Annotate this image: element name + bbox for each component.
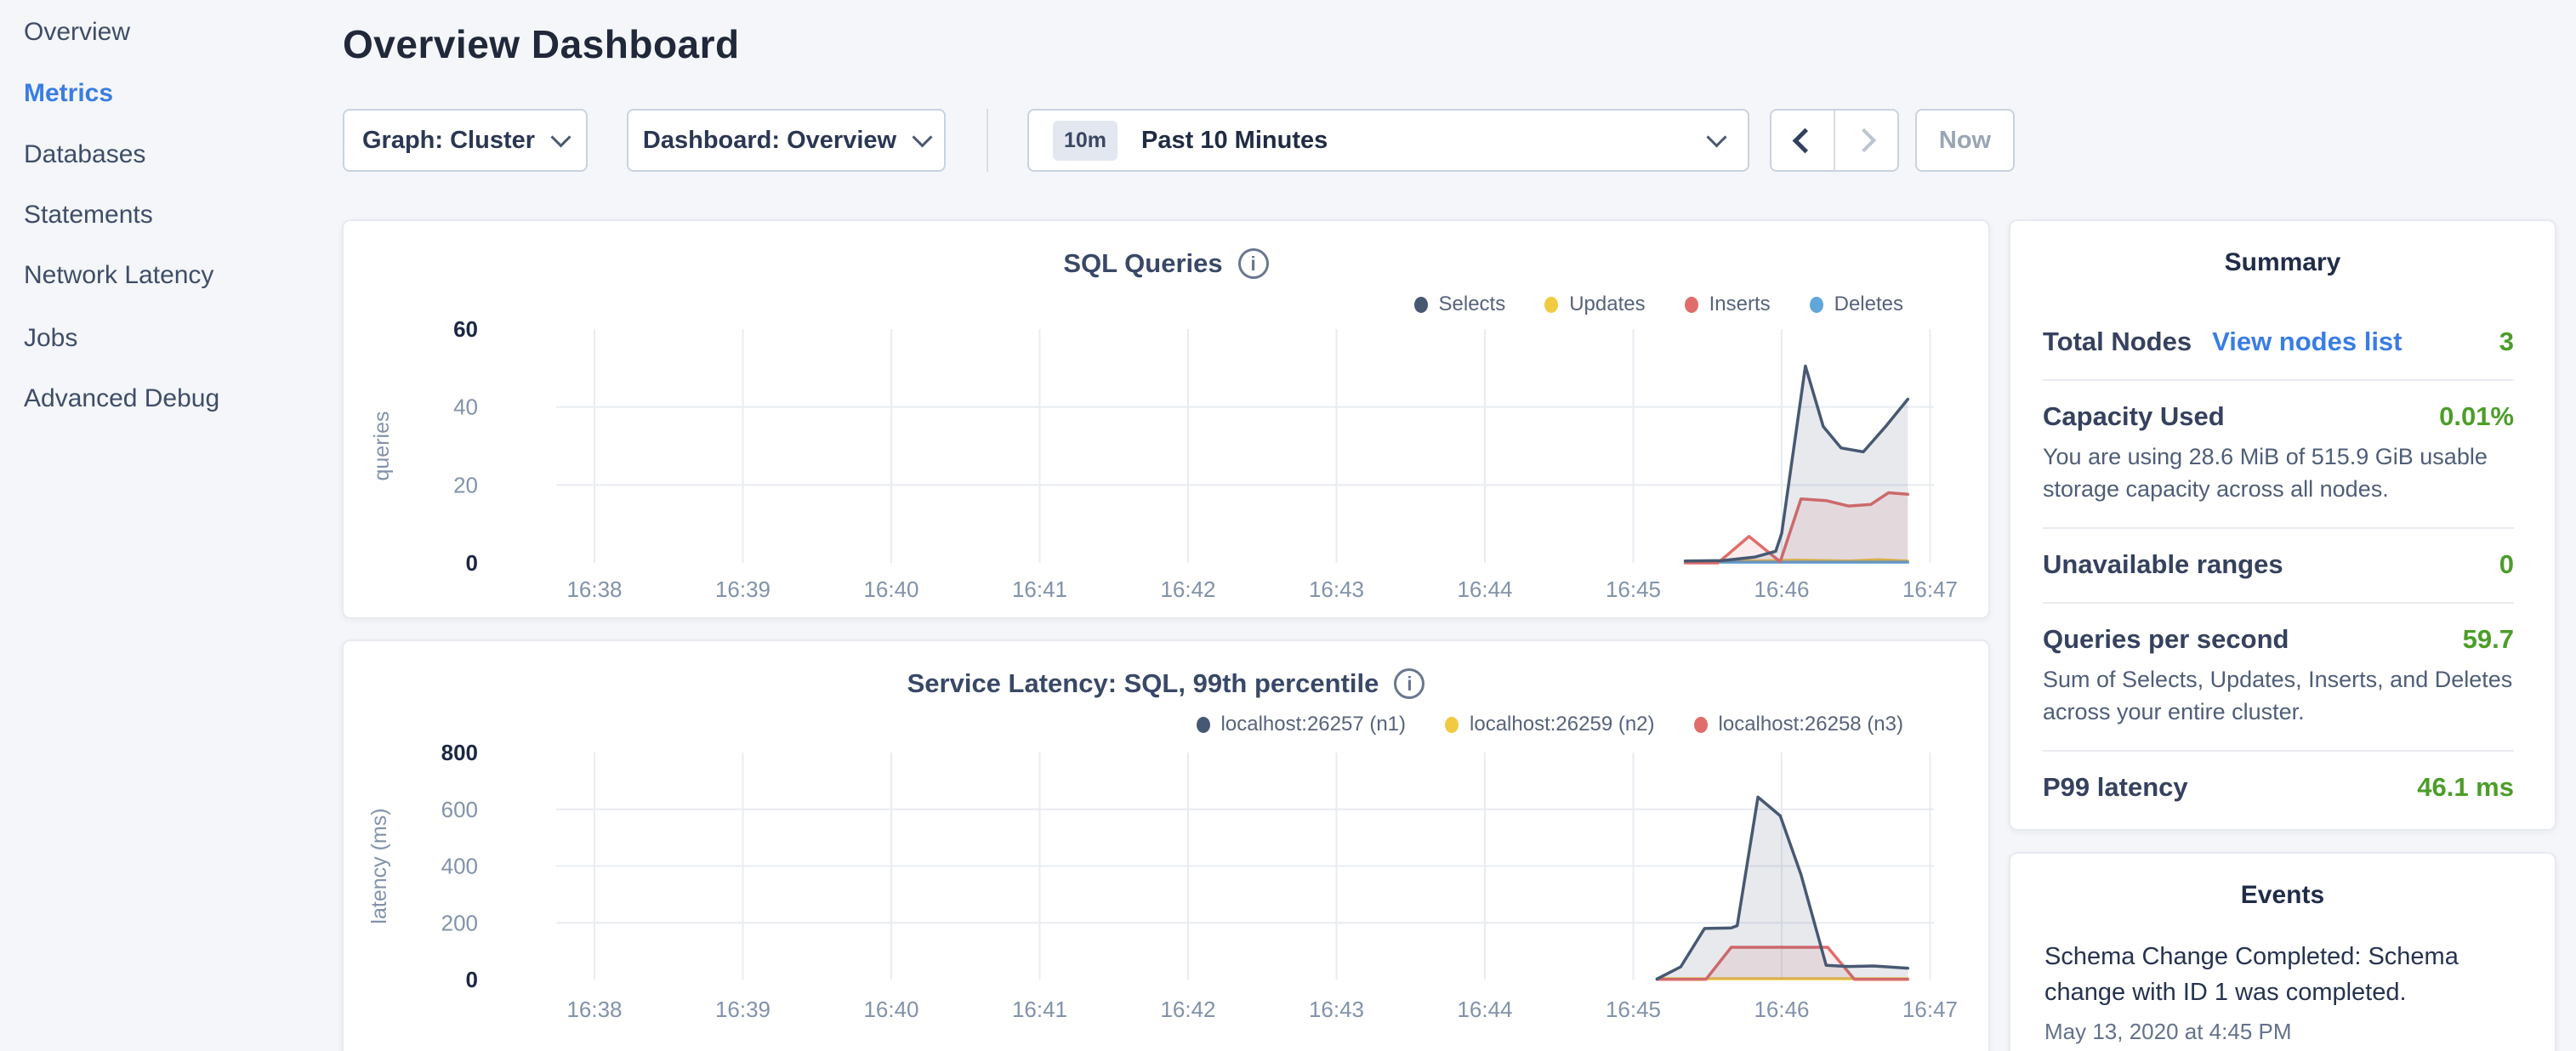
event-message: Schema Change Completed: Schema change w… <box>2044 939 2517 1010</box>
dashboard-dropdown-label: Dashboard: Overview <box>643 127 896 155</box>
step-forward-button[interactable] <box>1835 111 1897 170</box>
chevron-left-icon <box>1793 128 1818 153</box>
svg-text:16:39: 16:39 <box>715 577 771 602</box>
sidebar: Overview Metrics Databases Statements Networ… <box>0 0 340 1051</box>
summary-row-p99-latency: P99 latency 46.1 ms <box>2043 752 2514 825</box>
chevron-right-icon <box>1851 128 1875 152</box>
time-range-dropdown[interactable]: 10m Past 10 Minutes <box>1027 109 1749 172</box>
svg-text:16:40: 16:40 <box>863 577 918 602</box>
now-button[interactable]: Now <box>1915 109 2015 172</box>
svg-text:16:41: 16:41 <box>1012 997 1067 1022</box>
svg-text:16:44: 16:44 <box>1457 577 1512 602</box>
summary-row-label: Unavailable ranges <box>2043 549 2283 579</box>
summary-row-unavailable-ranges: Unavailable ranges 0 <box>2043 529 2514 604</box>
graph-dropdown-label: Graph: Cluster <box>362 127 535 155</box>
summary-row-label: Capacity Used <box>2043 401 2225 431</box>
controls-divider <box>987 109 988 172</box>
summary-row-subtext: Sum of Selects, Updates, Inserts, and De… <box>2043 663 2514 728</box>
svg-text:60: 60 <box>453 316 478 342</box>
svg-text:16:46: 16:46 <box>1754 997 1809 1022</box>
summary-row-queries-per-second: Queries per second 59.7 Sum of Selects, Up… <box>2043 604 2514 752</box>
svg-text:16:45: 16:45 <box>1606 577 1661 602</box>
summary-row-subtext: You are using 28.6 MiB of 515.9 GiB usab… <box>2043 440 2514 505</box>
svg-text:16:40: 16:40 <box>863 997 918 1022</box>
chevron-down-icon <box>550 127 571 147</box>
svg-text:queries: queries <box>370 412 394 481</box>
svg-text:16:44: 16:44 <box>1457 997 1512 1022</box>
summary-row-capacity-used: Capacity Used 0.01% You are using 28.6 MiB… <box>2043 381 2514 529</box>
events-panel: Events Schema Change Completed: Schema c… <box>2009 852 2556 1051</box>
svg-text:200: 200 <box>441 910 478 935</box>
svg-text:40: 40 <box>453 395 478 420</box>
svg-text:16:38: 16:38 <box>566 997 622 1022</box>
time-range-label: Past 10 Minutes <box>1141 127 1686 155</box>
sql-queries-chart-plot[interactable]: 16:38 16:39 16:40 16:41 16:42 16:43 16:44 16:45… <box>344 221 1988 617</box>
svg-text:16:47: 16:47 <box>1902 577 1958 602</box>
sql-queries-chart-card: SQL Queries i SelectsUpdatesInsertsDelet… <box>342 219 1990 619</box>
svg-text:800: 800 <box>441 740 478 765</box>
sidebar-item-network-latency[interactable]: Network Latency <box>24 258 213 293</box>
step-back-button[interactable] <box>1771 111 1835 170</box>
summary-row-value: 3 <box>2499 327 2514 357</box>
svg-text:16:45: 16:45 <box>1606 997 1661 1022</box>
graph-dropdown[interactable]: Graph: Cluster <box>343 109 588 172</box>
page-title: Overview Dashboard <box>343 21 740 67</box>
view-nodes-list-link[interactable]: View nodes list <box>2212 327 2402 356</box>
svg-text:16:42: 16:42 <box>1160 577 1215 602</box>
summary-panel: Summary Total Nodes View nodes list 3 Capac… <box>2009 219 2556 831</box>
svg-text:600: 600 <box>441 797 478 822</box>
svg-text:0: 0 <box>466 550 478 576</box>
svg-text:0: 0 <box>466 967 478 992</box>
event-item: Schema Change Completed: Schema change w… <box>2044 939 2517 1045</box>
svg-text:400: 400 <box>441 854 478 879</box>
svg-text:latency (ms): latency (ms) <box>367 808 391 923</box>
sidebar-item-advanced-debug[interactable]: Advanced Debug <box>24 382 219 416</box>
dashboard-dropdown[interactable]: Dashboard: Overview <box>627 109 946 172</box>
summary-title: Summary <box>2010 248 2555 277</box>
summary-row-label: P99 latency <box>2043 772 2188 802</box>
summary-row-label: Total Nodes <box>2043 327 2192 356</box>
svg-text:20: 20 <box>453 472 478 497</box>
svg-text:16:39: 16:39 <box>715 997 771 1022</box>
service-latency-chart-card: Service Latency: SQL, 99th percentile i … <box>342 639 1990 1051</box>
svg-text:16:42: 16:42 <box>1160 997 1215 1022</box>
svg-text:16:43: 16:43 <box>1309 997 1364 1022</box>
svg-text:16:47: 16:47 <box>1902 997 1958 1022</box>
svg-text:16:41: 16:41 <box>1012 577 1067 602</box>
time-range-badge: 10m <box>1053 121 1117 161</box>
summary-row-value: 0.01% <box>2439 401 2514 432</box>
sidebar-item-metrics[interactable]: Metrics <box>24 77 113 111</box>
service-latency-chart-plot[interactable]: 16:38 16:39 16:40 16:41 16:42 16:43 16:44 16:45… <box>344 641 1988 1051</box>
summary-row-value: 59.7 <box>2463 624 2514 655</box>
svg-text:16:43: 16:43 <box>1309 577 1364 602</box>
sidebar-item-overview[interactable]: Overview <box>24 15 130 49</box>
time-step-buttons <box>1770 109 1899 172</box>
summary-row-total-nodes: Total Nodes View nodes list 3 <box>2043 306 2514 381</box>
sidebar-item-databases[interactable]: Databases <box>24 138 145 172</box>
chevron-down-icon <box>913 127 933 147</box>
summary-row-value: 0 <box>2499 549 2514 580</box>
chevron-down-icon <box>1706 127 1726 147</box>
svg-text:16:38: 16:38 <box>566 577 622 602</box>
sidebar-item-statements[interactable]: Statements <box>24 198 153 232</box>
events-title: Events <box>2010 881 2555 910</box>
svg-text:16:46: 16:46 <box>1754 577 1809 602</box>
summary-row-value: 46.1 ms <box>2417 772 2514 803</box>
summary-row-label: Queries per second <box>2043 624 2289 654</box>
sidebar-item-jobs[interactable]: Jobs <box>24 321 77 355</box>
event-timestamp: May 13, 2020 at 4:45 PM <box>2044 1019 2517 1045</box>
